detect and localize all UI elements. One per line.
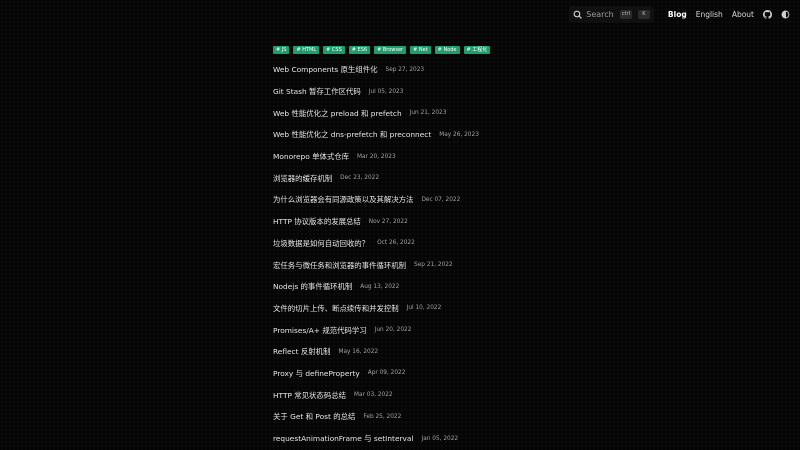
post-item[interactable]: 为什么浏览器会有同源政策以及其解决方法 Dec 07, 2022 bbox=[273, 189, 603, 211]
post-date: Jun 21, 2023 bbox=[409, 110, 447, 117]
theme-toggle-icon[interactable] bbox=[781, 10, 790, 19]
post-title[interactable]: 为什么浏览器会有同源政策以及其解决方法 bbox=[273, 194, 413, 205]
post-date: Sep 27, 2023 bbox=[385, 66, 425, 73]
shortcut-key-k: K bbox=[637, 9, 650, 19]
tag-js[interactable]: # JS bbox=[273, 46, 290, 54]
post-item[interactable]: HTTP 常见状态码总结 Mar 03, 2022 bbox=[273, 384, 603, 406]
post-item[interactable]: Nodejs 的事件循环机制 Aug 13, 2022 bbox=[273, 276, 603, 298]
post-date: May 16, 2022 bbox=[338, 348, 379, 355]
post-date: Dec 07, 2022 bbox=[421, 196, 461, 203]
post-item[interactable]: 文件的切片上传、断点续传和并发控制 Jul 10, 2022 bbox=[273, 298, 603, 320]
post-title[interactable]: Web 性能优化之 preload 和 prefetch bbox=[273, 108, 402, 119]
tag-node[interactable]: # Node bbox=[434, 46, 460, 54]
post-title[interactable]: requestAnimationFrame 与 setInterval bbox=[273, 433, 414, 444]
tag-css[interactable]: # CSS bbox=[323, 46, 345, 54]
post-title[interactable]: Web 性能优化之 dns-prefetch 和 preconnect bbox=[273, 129, 431, 140]
tag-list: # JS # HTML # CSS # ES6 # Browser # Net … bbox=[273, 46, 603, 54]
post-list-section: # JS # HTML # CSS # ES6 # Browser # Net … bbox=[273, 46, 603, 449]
search-label: Search bbox=[586, 9, 614, 19]
post-date: Nov 27, 2022 bbox=[368, 218, 408, 225]
tag-engineering[interactable]: # 工程化 bbox=[463, 46, 491, 54]
post-title[interactable]: 垃圾数据是如何自动回收的？ bbox=[273, 238, 369, 249]
post-date: Sep 21, 2022 bbox=[414, 262, 453, 269]
search-icon bbox=[573, 10, 583, 19]
github-icon[interactable] bbox=[763, 9, 772, 19]
post-date: Jul 05, 2023 bbox=[368, 88, 404, 95]
tag-html[interactable]: # HTML bbox=[293, 46, 320, 54]
post-item[interactable]: Web 性能优化之 dns-prefetch 和 preconnect May … bbox=[273, 124, 603, 146]
post-date: Jun 20, 2022 bbox=[374, 327, 412, 334]
tag-es6[interactable]: # ES6 bbox=[348, 46, 371, 54]
post-date: Mar 20, 2023 bbox=[357, 153, 396, 160]
post-title[interactable]: 浏览器的缓存机制 bbox=[273, 173, 332, 184]
post-date: May 26, 2023 bbox=[439, 131, 479, 138]
post-item[interactable]: 浏览器的缓存机制 Dec 23, 2022 bbox=[273, 167, 603, 189]
post-item[interactable]: Monorepo 单体式仓库 Mar 20, 2023 bbox=[273, 146, 603, 168]
post-date: Apr 09, 2022 bbox=[367, 370, 406, 377]
top-nav: Search ctrl K Blog English About bbox=[0, 0, 800, 28]
nav-link-blog[interactable]: Blog bbox=[668, 10, 687, 19]
tag-browser[interactable]: # Browser bbox=[374, 46, 407, 54]
post-item[interactable]: 关于 Get 和 Post 的总结 Feb 25, 2022 bbox=[273, 406, 603, 428]
tag-net[interactable]: # Net bbox=[410, 46, 431, 54]
post-item[interactable]: Web 性能优化之 preload 和 prefetch Jun 21, 202… bbox=[273, 102, 603, 124]
post-title[interactable]: 文件的切片上传、断点续传和并发控制 bbox=[273, 303, 399, 314]
post-title[interactable]: HTTP 常见状态码总结 bbox=[273, 390, 346, 401]
post-title[interactable]: 宏任务与微任务和浏览器的事件循环机制 bbox=[273, 260, 406, 271]
post-item[interactable]: 宏任务与微任务和浏览器的事件循环机制 Sep 21, 2022 bbox=[273, 254, 603, 276]
nav-links: Blog English About bbox=[668, 9, 790, 19]
post-title[interactable]: Nodejs 的事件循环机制 bbox=[273, 281, 352, 292]
search-button[interactable]: Search ctrl K bbox=[569, 5, 654, 23]
post-title[interactable]: 关于 Get 和 Post 的总结 bbox=[273, 411, 355, 422]
post-list: Web Components 原生组件化 Sep 27, 2023 Git St… bbox=[273, 59, 603, 449]
post-date: Oct 26, 2022 bbox=[377, 240, 415, 247]
post-date: Aug 13, 2022 bbox=[360, 283, 400, 290]
post-date: Mar 03, 2022 bbox=[354, 392, 393, 399]
post-item[interactable]: Web Components 原生组件化 Sep 27, 2023 bbox=[273, 59, 603, 81]
post-title[interactable]: Git Stash 暂存工作区代码 bbox=[273, 86, 361, 97]
post-date: Jan 05, 2022 bbox=[421, 435, 459, 442]
nav-link-about[interactable]: About bbox=[732, 10, 754, 19]
post-title[interactable]: Reflect 反射机制 bbox=[273, 346, 330, 357]
post-title[interactable]: Promises/A+ 规范代码学习 bbox=[273, 325, 367, 336]
post-item[interactable]: Git Stash 暂存工作区代码 Jul 05, 2023 bbox=[273, 81, 603, 103]
post-title[interactable]: Monorepo 单体式仓库 bbox=[273, 151, 349, 162]
post-item[interactable]: 垃圾数据是如何自动回收的？ Oct 26, 2022 bbox=[273, 233, 603, 255]
post-date: Jul 10, 2022 bbox=[406, 305, 442, 312]
post-title[interactable]: HTTP 协议版本的发展总结 bbox=[273, 216, 361, 227]
post-date: Dec 23, 2022 bbox=[340, 175, 380, 182]
post-item[interactable]: HTTP 协议版本的发展总结 Nov 27, 2022 bbox=[273, 211, 603, 233]
nav-link-english[interactable]: English bbox=[696, 10, 723, 19]
post-date: Feb 25, 2022 bbox=[363, 413, 402, 420]
post-item[interactable]: Proxy 与 defineProperty Apr 09, 2022 bbox=[273, 363, 603, 385]
shortcut-key-ctrl: ctrl bbox=[619, 9, 632, 19]
post-item[interactable]: requestAnimationFrame 与 setInterval Jan … bbox=[273, 428, 603, 450]
post-item[interactable]: Promises/A+ 规范代码学习 Jun 20, 2022 bbox=[273, 319, 603, 341]
post-title[interactable]: Proxy 与 defineProperty bbox=[273, 368, 360, 379]
post-title[interactable]: Web Components 原生组件化 bbox=[273, 64, 378, 75]
post-item[interactable]: Reflect 反射机制 May 16, 2022 bbox=[273, 341, 603, 363]
